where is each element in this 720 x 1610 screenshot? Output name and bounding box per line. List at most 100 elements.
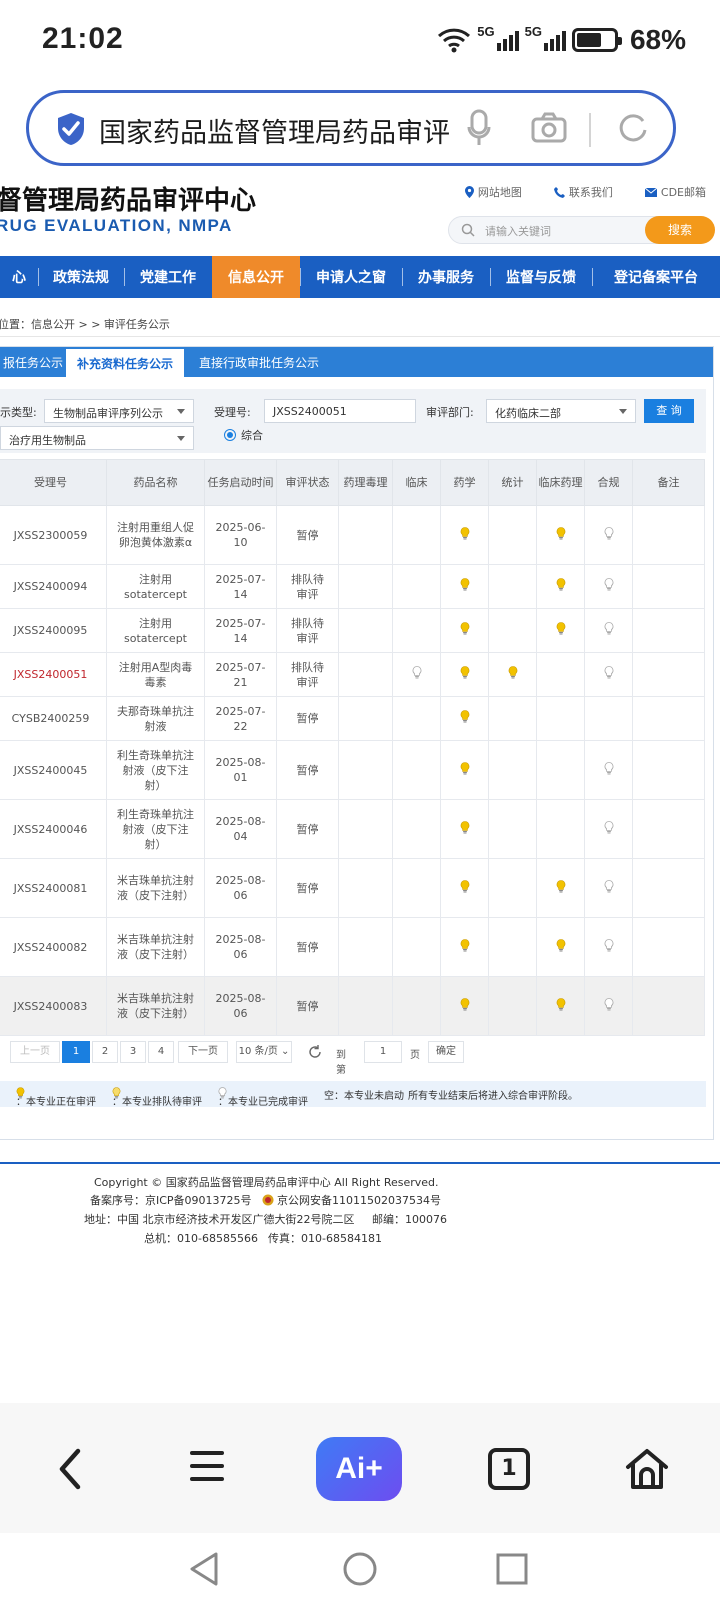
bulb-yellow-icon bbox=[508, 666, 517, 679]
cell-pharmacy bbox=[440, 858, 489, 918]
page-2-button[interactable]: 2 bbox=[92, 1041, 118, 1063]
nav-item-home[interactable]: 心 bbox=[0, 256, 38, 298]
accept-input[interactable]: JXSS2400051 bbox=[264, 399, 416, 423]
col-drug-name: 药品名称 bbox=[106, 459, 205, 506]
cell-start-time: 2025-08-04 bbox=[204, 799, 277, 859]
nav-item-applicant[interactable]: 申请人之窗 bbox=[300, 256, 402, 298]
back-icon[interactable] bbox=[56, 1447, 84, 1491]
page-4-button[interactable]: 4 bbox=[148, 1041, 174, 1063]
nav-item-policy[interactable]: 政策法规 bbox=[38, 256, 124, 298]
col-remarks: 备注 bbox=[632, 459, 705, 506]
cell-clinpharm bbox=[536, 917, 585, 977]
cell-pharmtox bbox=[338, 505, 393, 565]
cell-statistics bbox=[488, 740, 537, 800]
cell-remarks bbox=[632, 917, 705, 977]
table-row[interactable]: JXSS2300059 注射用重组人促卵泡黄体激素α 2025-06-10 暂停 bbox=[0, 505, 705, 565]
col-compliance: 合规 bbox=[584, 459, 633, 506]
filter-bar: 示类型: 生物制品审评序列公示 治疗用生物制品 受理号: JXSS2400051… bbox=[0, 389, 706, 453]
cell-clinpharm bbox=[536, 564, 585, 609]
bulb-yellow-icon bbox=[556, 938, 565, 951]
link-contact[interactable]: 联系我们 bbox=[553, 184, 613, 200]
legend-empty: 空：本专业未启动 bbox=[324, 1091, 404, 1102]
query-button[interactable]: 查 询 bbox=[644, 399, 694, 423]
tab-supplement[interactable]: 补充资料任务公示 bbox=[66, 347, 184, 377]
browser-address-bar[interactable]: 国家药品监督管理局药品审评 bbox=[26, 90, 676, 166]
legend-done: ：本专业已完成审评 bbox=[218, 1087, 308, 1108]
chevron-down-icon bbox=[619, 409, 627, 414]
page-1-button[interactable]: 1 bbox=[62, 1041, 90, 1063]
legend-reviewing-label: ：本专业正在审评 bbox=[16, 1097, 96, 1108]
nav-back-icon[interactable] bbox=[188, 1551, 220, 1587]
link-sitemap[interactable]: 网站地图 bbox=[464, 184, 522, 200]
nav-item-service[interactable]: 办事服务 bbox=[402, 256, 490, 298]
prev-page-button[interactable]: 上一页 bbox=[10, 1041, 60, 1063]
table-row[interactable]: JXSS2400082 米吉珠单抗注射液（皮下注射） 2025-08-06 暂停 bbox=[0, 917, 705, 977]
tabs-count-button[interactable]: 1 bbox=[488, 1448, 530, 1490]
nav-home-icon[interactable] bbox=[342, 1551, 378, 1587]
tab-report[interactable]: 报任务公示 bbox=[0, 347, 66, 377]
cell-accept-no: JXSS2400045 bbox=[0, 740, 107, 800]
cell-pharmacy bbox=[440, 696, 489, 741]
reload-icon[interactable] bbox=[617, 111, 649, 145]
subtype-select[interactable]: 治疗用生物制品 bbox=[0, 426, 194, 450]
per-page-select[interactable]: 10 条/页 ⌄ bbox=[236, 1041, 292, 1063]
table-row[interactable]: JXSS2400045 利生奇珠单抗注射液（皮下注射） 2025-08-01 暂停 bbox=[0, 740, 705, 800]
cell-clinpharm bbox=[536, 740, 585, 800]
table-row[interactable]: JXSS2400095 注射用sotatercept 2025-07-14 排队待审评 bbox=[0, 608, 705, 653]
keyword-search-button[interactable]: 搜索 bbox=[645, 216, 715, 244]
page-3-button[interactable]: 3 bbox=[120, 1041, 146, 1063]
cell-accept-no: JXSS2400051 bbox=[0, 652, 107, 697]
radio-comprehensive[interactable]: 综合 bbox=[224, 427, 263, 443]
camera-icon[interactable] bbox=[531, 111, 567, 145]
task-panel: 报任务公示 补充资料任务公示 直接行政审批任务公示 示类型: 生物制品审评序列公… bbox=[0, 346, 714, 1140]
cell-pharmtox bbox=[338, 652, 393, 697]
cell-statistics bbox=[488, 799, 537, 859]
dept-select[interactable]: 化药临床二部 bbox=[486, 399, 636, 423]
cell-status: 暂停 bbox=[276, 505, 339, 565]
table-row[interactable]: JXSS2400094 注射用sotatercept 2025-07-14 排队待审评 bbox=[0, 564, 705, 609]
cell-pharmtox bbox=[338, 608, 393, 653]
goto-input[interactable]: 1 bbox=[364, 1041, 402, 1063]
table-row[interactable]: JXSS2400051 注射用A型肉毒毒素 2025-07-21 排队待审评 bbox=[0, 652, 705, 697]
main-nav: 心 政策法规 党建工作 信息公开 申请人之窗 办事服务 监督与反馈 登记备案平台 bbox=[0, 256, 720, 298]
tab-direct-approval[interactable]: 直接行政审批任务公示 bbox=[184, 347, 334, 377]
cell-drug-name: 米吉珠单抗注射液（皮下注射） bbox=[106, 858, 205, 918]
site-subtitle: RUG EVALUATION, NMPA bbox=[0, 216, 233, 235]
police-badge-icon bbox=[262, 1194, 274, 1206]
cell-remarks bbox=[632, 696, 705, 741]
table-row[interactable]: JXSS2400046 利生奇珠单抗注射液（皮下注射） 2025-08-04 暂停 bbox=[0, 799, 705, 859]
cell-clinical bbox=[392, 505, 441, 565]
cell-status: 暂停 bbox=[276, 696, 339, 741]
cell-remarks bbox=[632, 505, 705, 565]
task-table: 受理号 药品名称 任务启动时间 审评状态 药理毒理 临床 药学 统计 临床药理 … bbox=[0, 459, 705, 1036]
cell-status: 暂停 bbox=[276, 917, 339, 977]
address-text[interactable]: 国家药品监督管理局药品审评 bbox=[99, 111, 459, 150]
table-row[interactable]: CYSB2400259 夫那奇珠单抗注射液 2025-07-22 暂停 bbox=[0, 696, 705, 741]
home-icon[interactable] bbox=[624, 1447, 670, 1491]
cell-status: 暂停 bbox=[276, 740, 339, 800]
refresh-icon[interactable] bbox=[308, 1045, 322, 1059]
table-row[interactable]: JXSS2400083 米吉珠单抗注射液（皮下注射） 2025-08-06 暂停 bbox=[0, 976, 705, 1036]
menu-icon[interactable] bbox=[190, 1449, 224, 1483]
nav-item-party[interactable]: 党建工作 bbox=[124, 256, 212, 298]
nav-item-supervision[interactable]: 监督与反馈 bbox=[490, 256, 592, 298]
cell-clinpharm bbox=[536, 696, 585, 741]
type-select[interactable]: 生物制品审评序列公示 bbox=[44, 399, 194, 423]
nav-item-registration[interactable]: 登记备案平台 bbox=[592, 256, 720, 298]
police-record[interactable]: 京公网安备11011502037534号 bbox=[262, 1192, 441, 1208]
bulb-gray-icon bbox=[604, 997, 613, 1010]
table-row[interactable]: JXSS2400081 米吉珠单抗注射液（皮下注射） 2025-08-06 暂停 bbox=[0, 858, 705, 918]
nav-recents-icon[interactable] bbox=[496, 1553, 528, 1585]
next-page-button[interactable]: 下一页 bbox=[178, 1041, 228, 1063]
cell-drug-name: 米吉珠单抗注射液（皮下注射） bbox=[106, 917, 205, 977]
goto-confirm-button[interactable]: 确定 bbox=[428, 1041, 464, 1063]
ai-assistant-button[interactable]: Ai+ bbox=[316, 1437, 402, 1501]
link-mail[interactable]: CDE邮箱 bbox=[644, 184, 706, 200]
icp-record[interactable]: 备案序号：京ICP备09013725号 bbox=[90, 1192, 252, 1208]
nav-item-info[interactable]: 信息公开 bbox=[212, 256, 300, 298]
cell-clinical bbox=[392, 564, 441, 609]
cell-accept-no: JXSS2400081 bbox=[0, 858, 107, 918]
keyword-search-field[interactable]: 请输入关键词 搜索 bbox=[448, 216, 715, 244]
cell-remarks bbox=[632, 564, 705, 609]
microphone-icon[interactable] bbox=[467, 109, 491, 147]
